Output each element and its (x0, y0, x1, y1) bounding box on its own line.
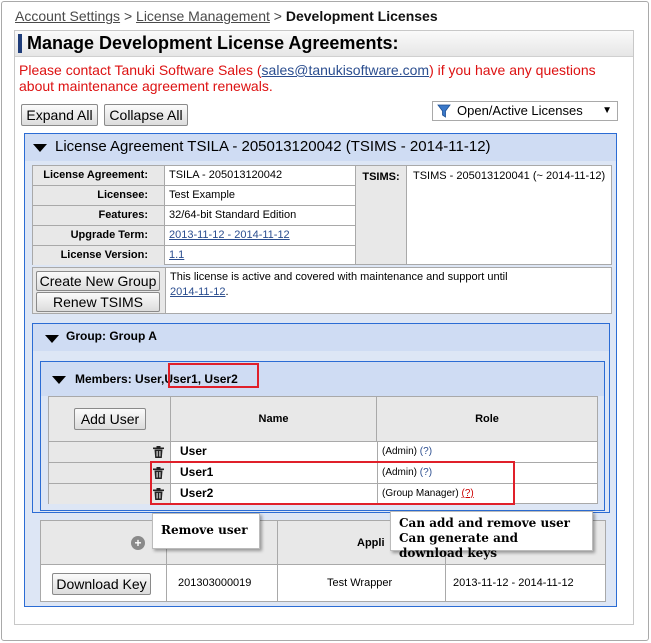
callout-remove-user: Remove user (152, 513, 260, 549)
add-user-button[interactable]: Add User (74, 408, 146, 430)
column-divider (377, 442, 378, 462)
column-header-name: Name (171, 397, 377, 441)
user-role: (Admin) (?) (382, 446, 432, 457)
members-rest: User1, User2 (164, 372, 238, 386)
user-name: User2 (180, 486, 214, 500)
panel-header-accent (18, 34, 22, 53)
expand-all-button[interactable]: Expand All (21, 104, 98, 126)
collapse-all-button[interactable]: Collapse All (104, 104, 188, 126)
info-row-upgrade-term: Upgrade Term: 2013-11-12 - 2014-11-12 (33, 226, 355, 246)
key-term: 2013-11-12 - 2014-11-12 (453, 577, 574, 589)
column-header-application: Appli (357, 537, 385, 549)
panel-header: Manage Development License Agreements: (15, 31, 633, 57)
collapse-triangle-icon[interactable] (52, 376, 66, 384)
user-role: (Admin) (?) (382, 467, 432, 478)
collapse-triangle-icon[interactable] (33, 144, 47, 152)
info-value: 32/64-bit Standard Edition (169, 209, 297, 221)
group-title: Group: Group A (66, 329, 157, 343)
table-row: User (Admin) (?) (49, 442, 597, 463)
user-name: User (180, 444, 207, 458)
info-row-features: Features: 32/64-bit Standard Edition (33, 206, 355, 226)
role-help-link[interactable]: (?) (461, 488, 473, 499)
info-label: Upgrade Term: (33, 226, 165, 245)
page-title: Manage Development License Agreements: (27, 33, 399, 53)
row-action-cell (49, 484, 171, 504)
license-status-message: This license is active and covered with … (170, 270, 590, 300)
info-row-license-version: License Version: 1.1 (33, 246, 355, 266)
breadcrumb-account-settings[interactable]: Account Settings (15, 8, 120, 24)
members-label: Members: (75, 372, 132, 386)
user-role: (Group Manager) (?) (382, 488, 474, 499)
license-agreement-title: License Agreement TSILA - 205013120042 (… (55, 138, 491, 155)
info-value: Test Example (169, 189, 236, 201)
trash-icon[interactable] (153, 446, 164, 458)
key-id: 201303000019 (178, 577, 252, 589)
notice-text-pre: Please contact Tanuki Software Sales ( (19, 62, 262, 78)
info-label: Features: (33, 206, 165, 225)
row-action-cell (49, 463, 171, 483)
filter-selected-value: Open/Active Licenses (457, 103, 583, 118)
tsims-label: TSIMS: (355, 166, 407, 264)
license-filter-select[interactable]: Open/Active Licenses ▼ (432, 101, 618, 121)
breadcrumb: Account Settings > License Management > … (15, 8, 438, 24)
info-label: Licensee: (33, 186, 165, 205)
key-application: Test Wrapper (327, 577, 393, 589)
license-agreement-header[interactable]: License Agreement TSILA - 205013120042 (… (25, 134, 616, 161)
info-value: TSILA - 205013120042 (169, 169, 283, 181)
collapse-triangle-icon[interactable] (45, 335, 59, 343)
breadcrumb-separator: > (123, 8, 133, 24)
sales-email-link[interactable]: sales@tanukisoftware.com (262, 62, 430, 78)
breadcrumb-license-management[interactable]: License Management (136, 8, 270, 24)
create-new-group-button[interactable]: Create New Group (36, 271, 160, 291)
add-key-icon[interactable]: + (131, 536, 145, 550)
role-text: (Admin) (382, 467, 418, 478)
role-help-link[interactable]: (?) (420, 446, 432, 457)
breadcrumb-current: Development Licenses (285, 8, 438, 24)
status-period: . (225, 286, 229, 298)
user-name: User1 (180, 465, 214, 479)
trash-icon[interactable] (153, 467, 164, 479)
role-help-link[interactable]: (?) (420, 467, 432, 478)
license-info-table: License Agreement: TSILA - 205013120042 … (32, 165, 612, 265)
info-row-licensee: Licensee: Test Example (33, 186, 355, 206)
sales-notice: Please contact Tanuki Software Sales (sa… (19, 62, 619, 94)
column-divider (277, 521, 278, 601)
column-divider (377, 484, 378, 504)
callout-line: Can generate and download keys (399, 531, 518, 560)
info-row-license-agreement: License Agreement: TSILA - 205013120042 (33, 166, 355, 186)
members-header[interactable]: Members: User,User1, User2 (41, 362, 604, 396)
role-text: (Group Manager) (382, 488, 459, 499)
chevron-down-icon: ▼ (602, 105, 612, 116)
info-label: License Version: (33, 246, 165, 265)
breadcrumb-separator: > (273, 8, 282, 24)
callout-group-manager: Can add and remove user Can generate and… (390, 511, 593, 560)
callout-line: Can add and remove user (399, 516, 570, 530)
filter-icon (437, 104, 451, 118)
trash-icon[interactable] (153, 488, 164, 500)
column-header-role: Role (475, 413, 499, 425)
info-value: 2013-11-12 - 2014-11-12 (169, 226, 290, 245)
tsims-value: TSIMS - 205013120041 (~ 2014-11-12) (413, 170, 606, 182)
status-date-link[interactable]: 2014-11-12 (170, 286, 225, 298)
upgrade-term-link[interactable]: 2013-11-12 - 2014-11-12 (169, 229, 290, 241)
info-label: License Agreement: (33, 166, 165, 185)
info-value: 1.1 (169, 246, 184, 265)
download-key-button[interactable]: Download Key (52, 573, 151, 595)
renew-tsims-button[interactable]: Renew TSIMS (36, 292, 160, 312)
table-row: User2 (Group Manager) (?) (49, 484, 597, 505)
column-divider (377, 463, 378, 483)
status-text: This license is active and covered with … (170, 271, 508, 283)
role-text: (Admin) (382, 446, 418, 457)
group-header[interactable]: Group: Group A (33, 324, 609, 351)
members-summary: Members: User,User1, User2 (75, 372, 238, 386)
members-first: User, (135, 372, 165, 386)
table-row: User1 (Admin) (?) (49, 463, 597, 484)
row-action-cell (49, 442, 171, 462)
license-version-link[interactable]: 1.1 (169, 249, 184, 261)
